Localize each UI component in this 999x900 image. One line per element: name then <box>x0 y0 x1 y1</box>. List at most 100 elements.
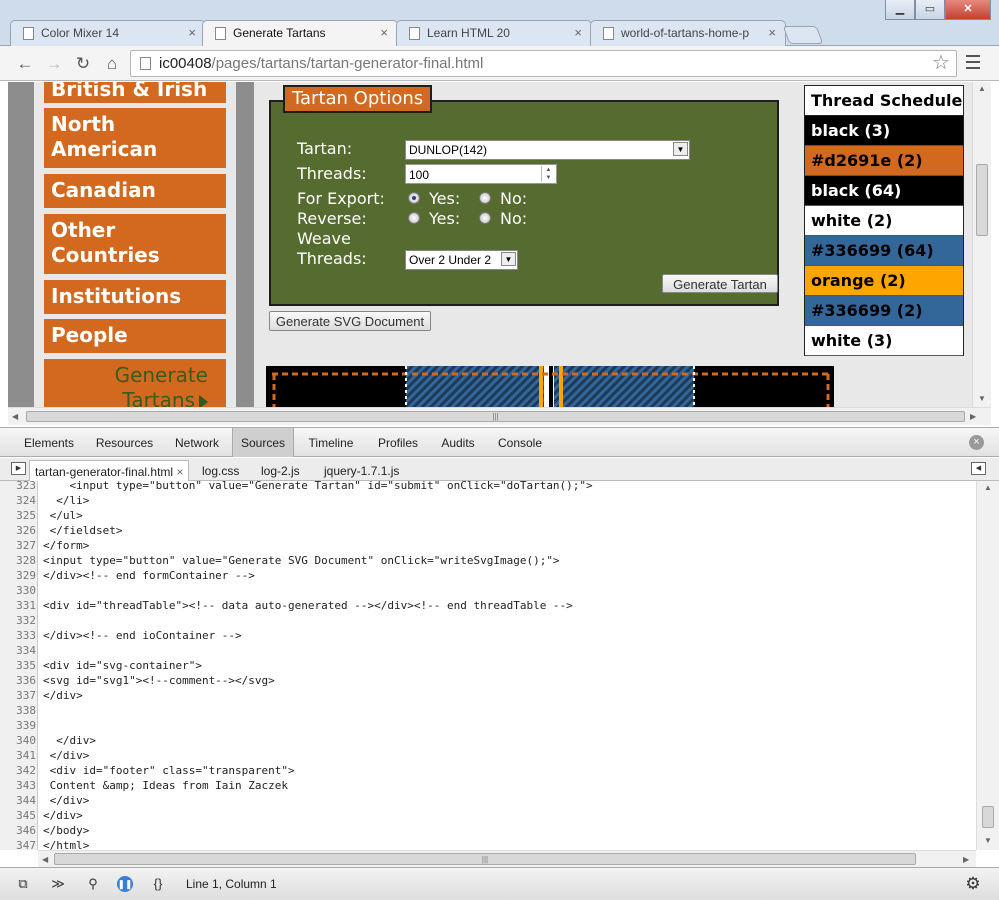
scrollbar-thumb[interactable] <box>976 164 988 236</box>
show-debugger-icon[interactable]: ◀ <box>971 462 986 475</box>
browser-tab-world-of-tartans[interactable]: world-of-tartans-home-p × <box>590 20 786 46</box>
pause-on-exceptions-icon[interactable]: ❚❚ <box>117 876 133 892</box>
reverse-no-radio[interactable] <box>479 212 491 224</box>
page-horizontal-scrollbar[interactable]: ◀ ||| ▶ <box>8 407 991 425</box>
line-number: 340 <box>16 734 36 747</box>
nav-item-people[interactable]: People <box>44 319 226 353</box>
code-text: </div> <box>43 689 83 702</box>
line-number: 342 <box>16 764 36 777</box>
close-icon[interactable]: × <box>574 25 582 40</box>
reload-icon[interactable]: ↻ <box>72 53 94 75</box>
close-icon[interactable]: × <box>188 25 196 40</box>
file-tab-log-css[interactable]: log.css <box>202 460 239 481</box>
nav-label: People <box>51 323 128 347</box>
nav-label: Institutions <box>51 284 182 308</box>
devtools-tab-sources[interactable]: Sources <box>232 428 294 457</box>
nav-item-canadian[interactable]: Canadian <box>44 174 226 208</box>
devtools-tab-timeline[interactable]: Timeline <box>299 428 363 457</box>
browser-tab-color-mixer[interactable]: Color Mixer 14 × <box>10 20 206 46</box>
devtools-tab-resources[interactable]: Resources <box>88 428 161 457</box>
code-vertical-scrollbar[interactable]: ▲ ▼ <box>976 481 999 850</box>
reverse-yes-radio[interactable] <box>408 212 420 224</box>
generate-svg-button[interactable]: Generate SVG Document <box>269 311 431 331</box>
page-border <box>8 82 34 407</box>
maximize-icon[interactable]: ▭ <box>915 0 945 20</box>
search-icon[interactable]: ⚲ <box>84 875 102 893</box>
dock-icon[interactable]: ⧉ <box>14 875 32 893</box>
thread-schedule-row: black (64) <box>805 176 963 206</box>
address-bar[interactable]: ic00408/pages/tartans/tartan-generator-f… <box>130 50 957 77</box>
code-text: </div> <box>43 809 83 822</box>
scroll-up-icon[interactable]: ▲ <box>984 483 992 492</box>
devtools-tab-elements[interactable]: Elements <box>14 428 84 457</box>
minimize-icon[interactable]: ▁ <box>885 0 915 20</box>
code-line: 327 </form> <box>0 538 976 553</box>
export-yes-radio[interactable] <box>408 192 420 204</box>
file-tab-label: tartan-generator-final.html <box>35 465 174 479</box>
back-arrow-icon[interactable]: ← <box>14 53 36 75</box>
spinner-icon[interactable]: ▲ ▼ <box>541 166 555 182</box>
code-text: </form> <box>43 539 90 552</box>
threads-input[interactable]: 100 ▲ ▼ <box>405 164 557 184</box>
nav-item-other-countries[interactable]: Other Countries <box>44 214 226 274</box>
devtools-tab-console[interactable]: Console <box>490 428 550 457</box>
browser-tab-generate-tartans[interactable]: Generate Tartans × <box>202 20 398 47</box>
code-horizontal-scrollbar[interactable]: ◀ ||| ▶ <box>38 850 976 867</box>
file-tab-log-2-js[interactable]: log-2.js <box>261 460 300 481</box>
devtools-tab-audits[interactable]: Audits <box>433 428 483 457</box>
devtools-close-icon[interactable]: × <box>969 435 984 450</box>
nav-item-generate-tartans[interactable]: Generate Tartans <box>44 359 226 407</box>
scroll-down-icon[interactable]: ▼ <box>984 836 992 845</box>
bookmark-star-icon[interactable]: ☆ <box>932 50 950 75</box>
scrollbar-thumb[interactable] <box>982 806 994 828</box>
tartan-select-value: DUNLOP(142) <box>409 143 488 157</box>
close-icon[interactable]: × <box>768 25 776 40</box>
devtools-tab-profiles[interactable]: Profiles <box>368 428 428 457</box>
generate-tartan-button[interactable]: Generate Tartan <box>662 274 778 293</box>
file-tab-jquery[interactable]: jquery-1.7.1.js <box>324 460 399 481</box>
code-text: </div> <box>43 734 96 747</box>
tartan-select[interactable]: DUNLOP(142) ▼ <box>405 140 690 160</box>
export-no-radio[interactable] <box>479 192 491 204</box>
file-tab-tartan-generator[interactable]: tartan-generator-final.html × <box>29 460 190 481</box>
thread-schedule-row: white (2) <box>805 206 963 236</box>
nav-item-north-american[interactable]: North American <box>44 108 226 168</box>
home-icon[interactable]: ⌂ <box>101 53 123 75</box>
scrollbar-thumb[interactable]: ||| <box>54 853 916 865</box>
reverse-yes-label: Yes: <box>429 209 461 228</box>
window-close-icon[interactable]: ✕ <box>945 0 991 20</box>
export-yes-label: Yes: <box>429 189 461 208</box>
line-number: 334 <box>16 644 36 657</box>
show-navigator-icon[interactable]: ▶ <box>11 462 26 475</box>
scroll-up-icon[interactable]: ▲ <box>978 84 986 93</box>
nav-item-british-irish[interactable]: British & Irish <box>44 82 226 103</box>
scroll-down-icon[interactable]: ▼ <box>978 394 986 403</box>
line-number: 326 <box>16 524 36 537</box>
code-line: 335 <div id="svg-container"> <box>0 658 976 673</box>
line-number: 343 <box>16 779 36 792</box>
scroll-left-icon[interactable]: ◀ <box>42 855 48 864</box>
close-icon[interactable]: × <box>380 25 388 40</box>
new-tab-button[interactable] <box>782 26 824 44</box>
page-vertical-scrollbar[interactable]: ▲ ▼ <box>972 82 991 407</box>
weave-select[interactable]: Over 2 Under 2 ▼ <box>405 250 518 270</box>
code-text: </li> <box>43 494 90 507</box>
menu-icon[interactable] <box>966 55 980 73</box>
code-text: Content &amp; Ideas from Iain Zaczek <box>43 779 289 792</box>
devtools-tab-network[interactable]: Network <box>166 428 228 457</box>
code-line: 324 </li> <box>0 493 976 508</box>
close-icon[interactable]: × <box>176 465 183 479</box>
code-line: 343 Content &amp; Ideas from Iain Zaczek <box>0 778 976 793</box>
browser-tab-learn-html[interactable]: Learn HTML 20 × <box>396 20 592 46</box>
pretty-print-icon[interactable]: {} <box>149 875 167 893</box>
nav-item-institutions[interactable]: Institutions <box>44 280 226 314</box>
code-text: <div id="svg-container"> <box>43 659 202 672</box>
source-code-editor[interactable]: 323 <input type="button" value="Generate… <box>0 481 976 850</box>
scroll-right-icon[interactable]: ▶ <box>970 412 976 421</box>
scroll-right-icon[interactable]: ▶ <box>963 855 969 864</box>
gear-icon[interactable]: ⚙ <box>964 875 982 893</box>
forward-arrow-icon[interactable]: → <box>43 53 65 75</box>
scroll-left-icon[interactable]: ◀ <box>12 412 18 421</box>
scrollbar-thumb[interactable]: ||| <box>26 411 965 422</box>
console-drawer-icon[interactable]: ≫ <box>49 875 67 893</box>
